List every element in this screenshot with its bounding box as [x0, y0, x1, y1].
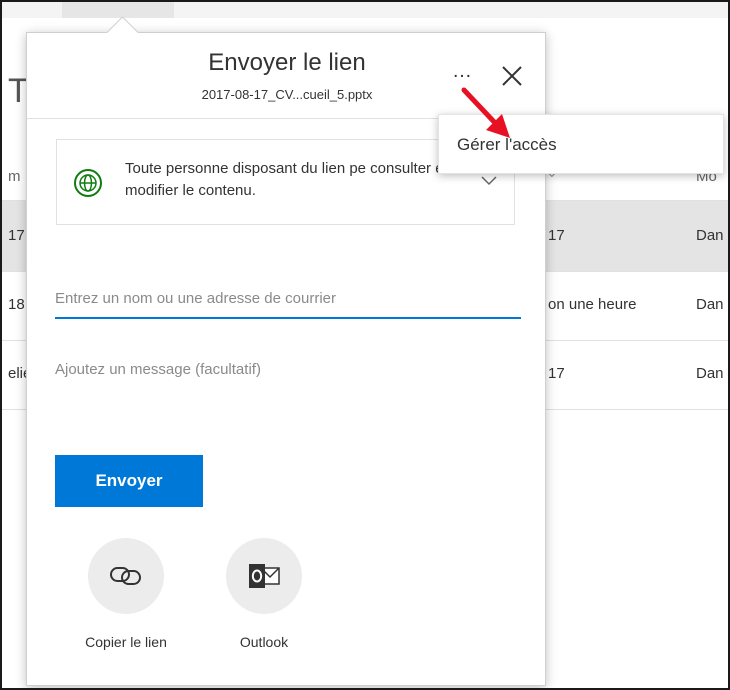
dialog-caret — [106, 16, 139, 49]
send-button[interactable]: Envoyer — [55, 455, 203, 507]
recipient-input[interactable] — [55, 265, 521, 319]
row-modified-by: Dan — [696, 227, 724, 244]
screenshot-frame: T m ⌄ Mo 17 17 Dan 18 on une heure Dan e… — [0, 0, 730, 690]
outlook-option[interactable]: Outlook — [199, 538, 329, 650]
outlook-icon — [249, 564, 280, 588]
permission-description: Toute personne disposant du lien pe cons… — [125, 160, 448, 199]
manage-access-menu-item[interactable]: Gérer l'accès — [457, 135, 557, 155]
row-modified: 17 — [548, 227, 565, 244]
more-options-menu: Gérer l'accès — [438, 114, 724, 174]
top-bar — [2, 2, 728, 18]
dialog-filename: 2017-08-17_CV...cueil_5.pptx — [201, 87, 373, 102]
outlook-circle[interactable] — [226, 538, 302, 614]
row-modified-by: Dan — [696, 296, 724, 313]
more-options-button[interactable]: … — [448, 61, 476, 87]
close-button[interactable] — [499, 63, 525, 89]
column-header-name[interactable]: m — [8, 168, 21, 185]
row-name: 18 — [8, 296, 25, 313]
copy-link-label: Copier le lien — [85, 634, 167, 650]
row-name: 17 — [8, 227, 25, 244]
row-modified: on une heure — [548, 296, 637, 313]
copy-link-option[interactable]: Copier le lien — [61, 538, 191, 650]
row-modified: 17 — [548, 365, 565, 382]
chevron-down-icon — [481, 176, 497, 186]
link-icon — [110, 567, 141, 585]
copy-link-circle[interactable] — [88, 538, 164, 614]
message-input[interactable] — [55, 333, 521, 393]
row-modified-by: Dan — [696, 365, 724, 382]
outlook-label: Outlook — [239, 634, 289, 650]
globe-icon — [74, 169, 102, 197]
close-icon — [502, 66, 522, 86]
top-bar-tab[interactable] — [62, 2, 174, 18]
